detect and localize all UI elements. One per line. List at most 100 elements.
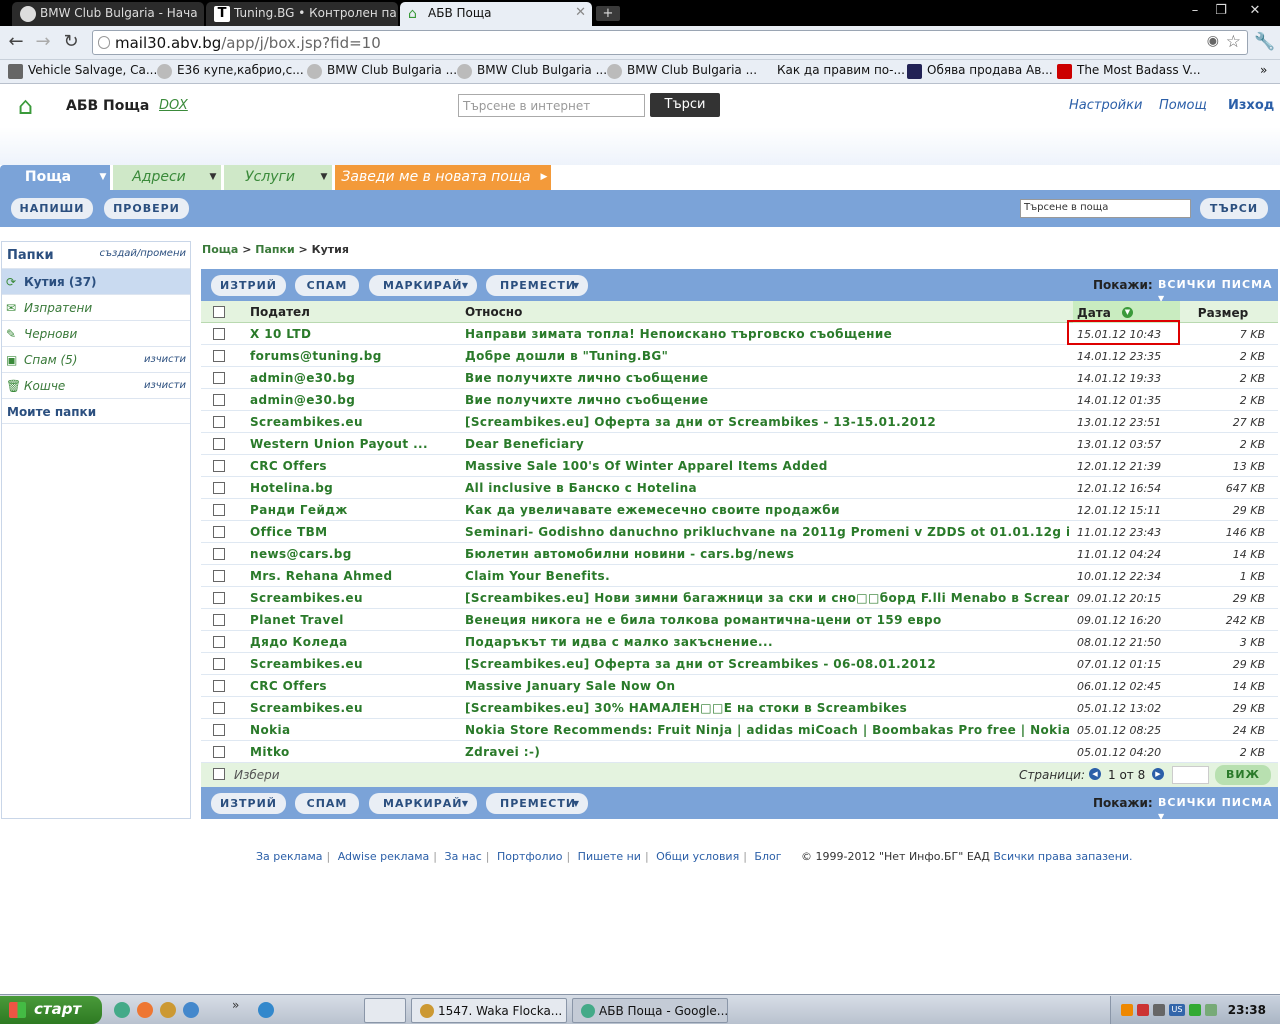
message-checkbox[interactable] [213, 724, 225, 736]
page-action-icon[interactable]: ◉ [1207, 33, 1219, 49]
message-subject[interactable]: Claim Your Benefits. [465, 569, 1069, 583]
move-dropdown[interactable]: ПРЕМЕСТИ ▼ [486, 793, 588, 814]
mark-dropdown[interactable]: МАРКИРАЙ ▼ [369, 793, 477, 814]
message-sender[interactable]: news@cars.bg [250, 547, 460, 561]
message-sender[interactable]: X 10 LTD [250, 327, 460, 341]
quicklaunch-overflow-icon[interactable]: » [232, 998, 239, 1012]
chevron-right-icon[interactable]: ▶ [537, 165, 551, 190]
message-checkbox[interactable] [213, 658, 225, 670]
compose-button[interactable]: НАПИШИ [11, 198, 93, 219]
browser-tab[interactable]: BMW Club Bulgaria - Нача [12, 2, 204, 26]
message-subject[interactable]: Венеция никога не е била толкова романти… [465, 613, 1069, 627]
message-subject[interactable]: Zdravei :-) [465, 745, 1069, 759]
language-indicator[interactable]: US [1169, 1004, 1185, 1016]
skype-icon[interactable] [258, 1002, 274, 1018]
message-subject[interactable]: [Screambikes.eu] Оферта за дни от Scream… [465, 657, 1069, 671]
bookmark[interactable]: Как да правим по-... [757, 63, 905, 77]
close-window-icon[interactable]: ✕ [1242, 2, 1268, 20]
message-row[interactable]: CRC Offers Massive January Sale Now On 06.… [201, 675, 1278, 697]
browser-tab-active[interactable]: ⌂ АБВ Поща ✕ [400, 2, 592, 26]
bookmarks-overflow-icon[interactable]: » [1260, 63, 1267, 77]
message-checkbox[interactable] [213, 460, 225, 472]
bookmark[interactable]: The Most Badass V... [1057, 63, 1201, 79]
web-search-input[interactable]: Търсене в интернет [458, 94, 645, 117]
message-sender[interactable]: CRC Offers [250, 459, 460, 473]
message-row[interactable]: Screambikes.eu [Screambikes.eu] Оферта за… [201, 653, 1278, 675]
web-search-button[interactable]: Търси [650, 93, 720, 117]
message-checkbox[interactable] [213, 328, 225, 340]
dox-link[interactable]: DOX [159, 98, 188, 113]
check-mail-button[interactable]: ПРОВЕРИ [104, 198, 189, 219]
footer-link[interactable]: За реклама [256, 850, 323, 863]
message-checkbox[interactable] [213, 372, 225, 384]
message-sender[interactable]: Office TBM [250, 525, 460, 539]
message-row[interactable]: Дядо Коледа Подаръкът ти идва с малко зак… [201, 631, 1278, 653]
message-subject[interactable]: Как да увеличавате ежемесечно своите про… [465, 503, 1069, 517]
folder-sent[interactable]: ✉ Изпратени [2, 294, 190, 320]
select-all-checkbox[interactable] [213, 306, 225, 318]
message-row[interactable]: Ранди Гейдж Как да увеличавате ежемесечно… [201, 499, 1278, 521]
message-checkbox[interactable] [213, 680, 225, 692]
message-row[interactable]: CRC Offers Massive Sale 100's Of Winter A… [201, 455, 1278, 477]
folders-edit-link[interactable]: създай/промени [99, 248, 186, 259]
message-subject[interactable]: Seminari- Godishno danuchno prikluchvane… [465, 525, 1069, 539]
message-sender[interactable]: Hotelina.bg [250, 481, 460, 495]
message-subject[interactable]: [Screambikes.eu] Оферта за дни от Scream… [465, 415, 1069, 429]
message-checkbox[interactable] [213, 746, 225, 758]
help-link[interactable]: Помощ [1159, 98, 1207, 113]
winamp-icon[interactable] [160, 1002, 176, 1018]
message-checkbox[interactable] [213, 394, 225, 406]
bookmark[interactable]: Vehicle Salvage, Ca... [8, 63, 157, 79]
folder-drafts[interactable]: ✎ Чернови [2, 320, 190, 346]
clear-trash-link[interactable]: изчисти [144, 380, 186, 391]
my-folders[interactable]: Моите папки [2, 398, 190, 424]
home-icon[interactable]: ⌂ [18, 92, 33, 120]
delete-button[interactable]: ИЗТРИЙ [211, 275, 286, 296]
message-row[interactable]: admin@e30.bg Вие получихте лично съобщени… [201, 389, 1278, 411]
close-tab-icon[interactable]: ✕ [575, 5, 586, 20]
tab-services[interactable]: Услуги [224, 165, 316, 190]
tray-icon[interactable] [1121, 1004, 1133, 1016]
taskbar-item[interactable] [364, 998, 406, 1023]
message-checkbox[interactable] [213, 416, 225, 428]
footer-link[interactable]: За нас [445, 850, 482, 863]
message-sender[interactable]: Ранди Гейдж [250, 503, 460, 517]
message-row[interactable]: Nokia Nokia Store Recommends: Fruit Ninja… [201, 719, 1278, 741]
message-sender[interactable]: Screambikes.eu [250, 701, 460, 715]
folder-inbox[interactable]: ⟳ Кутия (37) [2, 268, 190, 294]
folder-trash[interactable]: 🗑 Кошче изчисти [2, 372, 190, 398]
tab-mail[interactable]: Поща [0, 165, 96, 190]
chevron-down-icon[interactable]: ▼ [205, 165, 221, 190]
select-checkbox[interactable] [213, 768, 225, 780]
chevron-down-icon[interactable]: ▼ [316, 165, 332, 190]
footer-link[interactable]: Пишете ни [578, 850, 641, 863]
message-checkbox[interactable] [213, 482, 225, 494]
message-sender[interactable]: Mrs. Rehana Ahmed [250, 569, 460, 583]
bookmark[interactable]: BMW Club Bulgaria ... [607, 63, 757, 79]
taskbar-item-chrome[interactable]: АБВ Поща - Google... [572, 998, 728, 1023]
message-sender[interactable]: Screambikes.eu [250, 657, 460, 671]
message-sender[interactable]: admin@e30.bg [250, 393, 460, 407]
clear-spam-link[interactable]: изчисти [144, 354, 186, 365]
mail-search-input[interactable]: Търсене в поща [1020, 199, 1191, 218]
ie-icon[interactable] [183, 1002, 199, 1018]
message-sender[interactable]: CRC Offers [250, 679, 460, 693]
spam-button[interactable]: СПАМ [295, 275, 359, 296]
message-subject[interactable]: Nokia Store Recommends: Fruit Ninja | ad… [465, 723, 1069, 737]
spam-button[interactable]: СПАМ [295, 793, 359, 814]
volume-icon[interactable] [1153, 1004, 1165, 1016]
message-checkbox[interactable] [213, 548, 225, 560]
message-row[interactable]: Screambikes.eu [Screambikes.eu] Оферта за… [201, 411, 1278, 433]
new-tab-button[interactable]: + [596, 6, 620, 21]
message-subject[interactable]: Бюлетин автомобилни новини - cars.bg/new… [465, 547, 1069, 561]
delete-button[interactable]: ИЗТРИЙ [211, 793, 286, 814]
message-row[interactable]: Planet Travel Венеция никога не е била то… [201, 609, 1278, 631]
footer-link[interactable]: Adwise реклама [338, 850, 430, 863]
address-bar[interactable]: mail30.abv.bg/app/j/box.jsp?fid=10 ◉ ☆ [92, 30, 1248, 55]
sort-desc-icon[interactable]: ▼ [1122, 307, 1133, 318]
message-subject[interactable]: [Screambikes.eu] 30% НАМАЛЕН□□Е на стоки… [465, 701, 1069, 715]
bookmark[interactable]: Обява продава Ав... [907, 63, 1053, 79]
bookmark-star-icon[interactable]: ☆ [1226, 32, 1241, 52]
message-checkbox[interactable] [213, 504, 225, 516]
reload-icon[interactable]: ↻ [60, 31, 82, 53]
